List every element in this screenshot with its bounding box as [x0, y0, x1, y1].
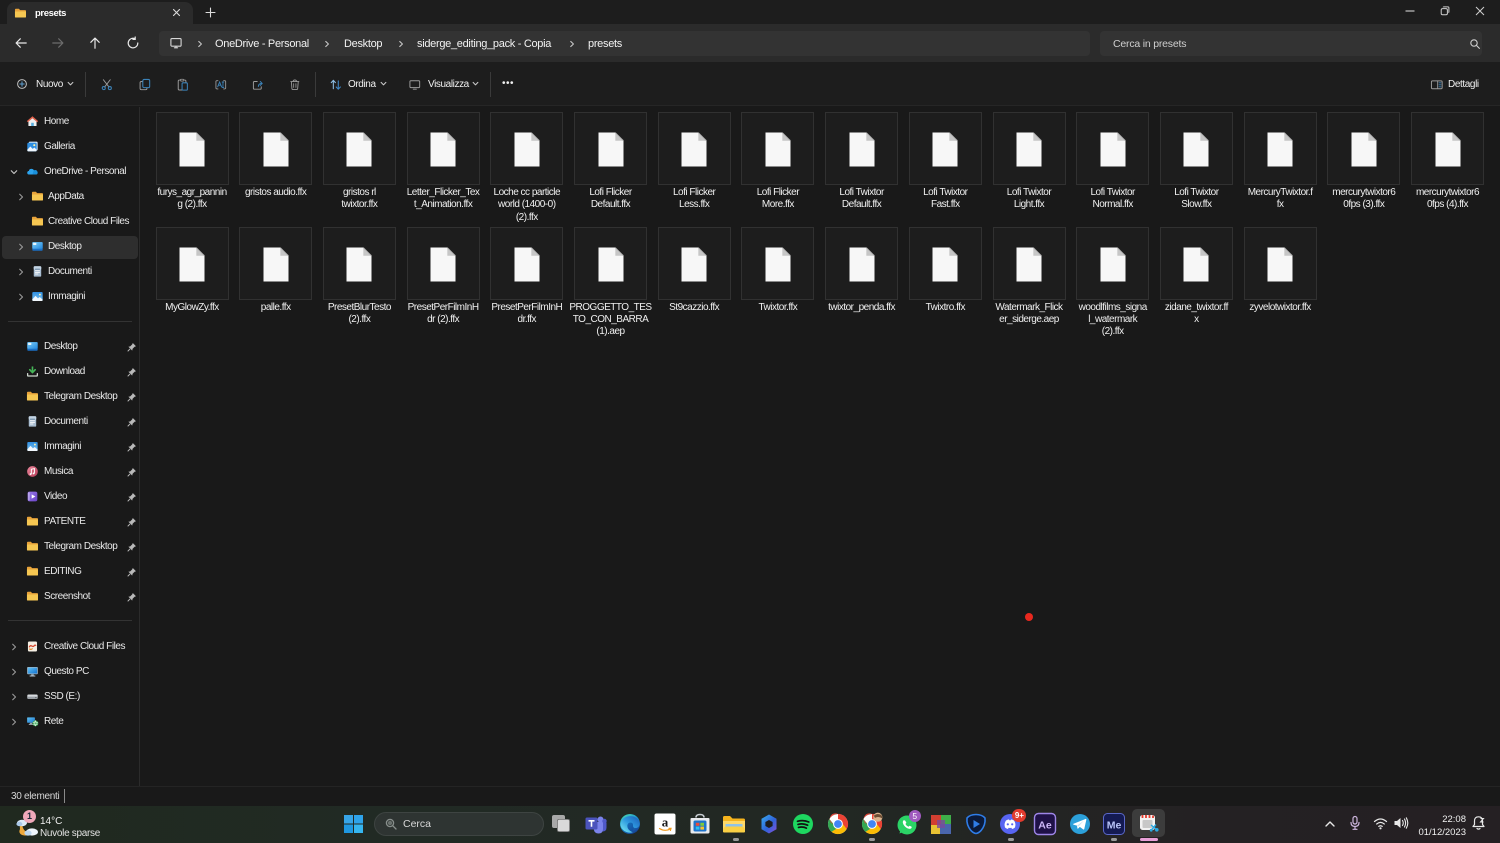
svg-text:Me: Me: [1107, 819, 1122, 831]
svg-text:a: a: [662, 815, 669, 830]
svg-text:Ae: Ae: [1038, 819, 1052, 831]
